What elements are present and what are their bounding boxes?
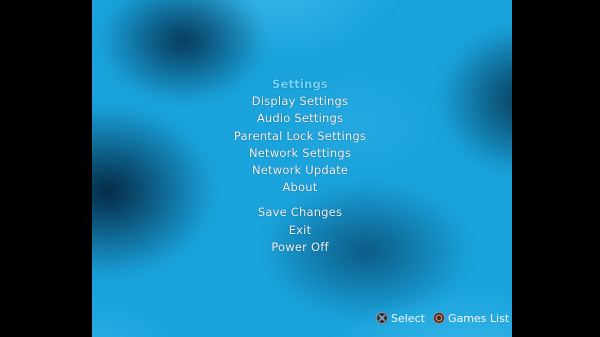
menu-item-network-settings[interactable]: Network Settings (0, 145, 600, 162)
circle-button-icon (432, 312, 445, 324)
menu-item-display-settings[interactable]: Display Settings (0, 93, 600, 110)
menu-title: Settings (272, 77, 328, 91)
menu-divider-space (0, 196, 600, 204)
select-hint-label: Select (391, 311, 425, 325)
menu-item-exit[interactable]: Exit (0, 222, 600, 239)
games-list-hint-label: Games List (447, 311, 510, 325)
settings-menu: Settings Display Settings Audio Settings… (0, 76, 600, 256)
cross-button-icon (376, 312, 388, 324)
tv-screen: Settings Display Settings Audio Settings… (0, 0, 600, 337)
menu-item-network-update[interactable]: Network Update (0, 162, 600, 179)
menu-item-about[interactable]: About (0, 179, 600, 196)
menu-item-power-off[interactable]: Power Off (0, 239, 600, 256)
menu-item-save-changes[interactable]: Save Changes (0, 204, 600, 221)
menu-item-parental-lock-settings[interactable]: Parental Lock Settings (0, 128, 600, 145)
button-hints: Select Games List (376, 310, 517, 326)
menu-item-audio-settings[interactable]: Audio Settings (0, 110, 600, 127)
